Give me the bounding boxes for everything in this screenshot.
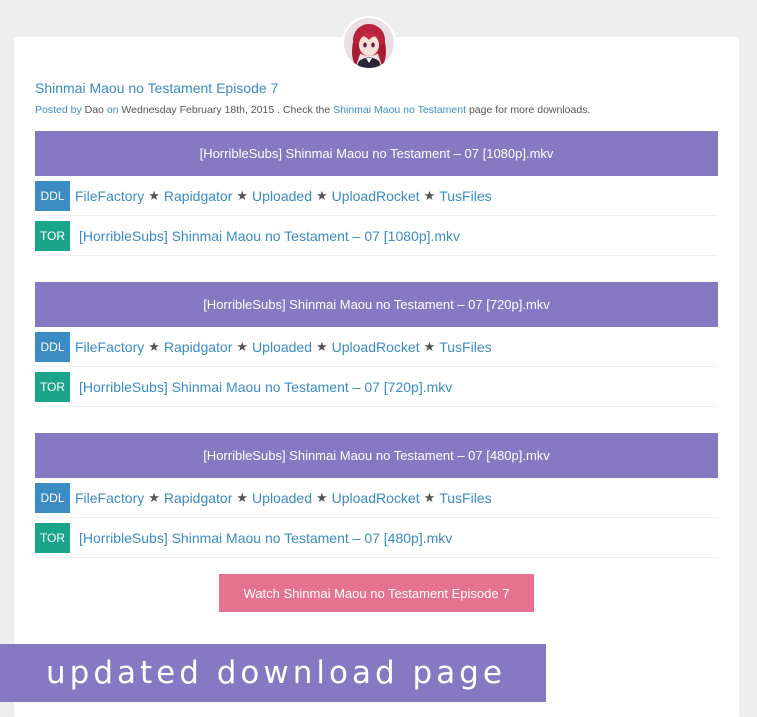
file-banner: [HorribleSubs] Shinmai Maou no Testament…: [35, 433, 718, 478]
series-page-link[interactable]: Shinmai Maou no Testament: [333, 104, 466, 116]
star-icon: ★: [236, 187, 249, 203]
download-section-480p: [HorribleSubs] Shinmai Maou no Testament…: [35, 433, 718, 558]
host-list: FileFactory ★ Rapidgator ★ Uploaded ★ Up…: [75, 339, 492, 355]
host-link-uploaded[interactable]: Uploaded: [252, 188, 312, 204]
host-link-uploadrocket[interactable]: UploadRocket: [332, 188, 420, 204]
star-icon: ★: [148, 187, 160, 203]
host-list: FileFactory ★ Rapidgator ★ Uploaded ★ Up…: [75, 188, 492, 204]
host-link-tusfiles[interactable]: TusFiles: [439, 339, 491, 355]
torrent-link[interactable]: [HorribleSubs] Shinmai Maou no Testament…: [79, 379, 452, 395]
host-link-uploadrocket[interactable]: UploadRocket: [332, 490, 420, 506]
host-link-tusfiles[interactable]: TusFiles: [439, 490, 491, 506]
torrent-row: TOR [HorribleSubs] Shinmai Maou no Testa…: [35, 216, 718, 256]
host-link-uploaded[interactable]: Uploaded: [252, 339, 312, 355]
star-icon: ★: [423, 489, 436, 505]
host-link-filefactory[interactable]: FileFactory: [75, 339, 144, 355]
host-link-uploadrocket[interactable]: UploadRocket: [332, 339, 420, 355]
tor-badge: TOR: [35, 220, 70, 251]
star-icon: ★: [423, 187, 436, 203]
post-title[interactable]: Shinmai Maou no Testament Episode 7: [35, 80, 278, 96]
host-link-tusfiles[interactable]: TusFiles: [439, 188, 491, 204]
star-icon: ★: [148, 489, 160, 505]
star-icon: ★: [236, 489, 249, 505]
torrent-row: TOR [HorribleSubs] Shinmai Maou no Testa…: [35, 367, 718, 407]
torrent-row: TOR [HorribleSubs] Shinmai Maou no Testa…: [35, 518, 718, 558]
host-link-filefactory[interactable]: FileFactory: [75, 490, 144, 506]
ddl-badge: DDL: [35, 180, 70, 211]
host-list: FileFactory ★ Rapidgator ★ Uploaded ★ Up…: [75, 490, 492, 506]
star-icon: ★: [148, 338, 160, 354]
post-meta: Posted by Dao on Wednesday February 18th…: [35, 104, 590, 116]
watch-episode-button[interactable]: Watch Shinmai Maou no Testament Episode …: [219, 574, 534, 612]
torrent-link[interactable]: [HorribleSubs] Shinmai Maou no Testament…: [79, 530, 452, 546]
host-link-rapidgator[interactable]: Rapidgator: [164, 188, 233, 204]
check-text: . Check the: [277, 104, 331, 116]
tor-badge: TOR: [35, 522, 70, 553]
torrent-link[interactable]: [HorribleSubs] Shinmai Maou no Testament…: [79, 228, 460, 244]
star-icon: ★: [315, 489, 328, 505]
file-banner: [HorribleSubs] Shinmai Maou no Testament…: [35, 131, 718, 176]
ddl-row: DDL FileFactory ★ Rapidgator ★ Uploaded …: [35, 478, 718, 518]
on-label: on: [106, 104, 119, 116]
file-banner: [HorribleSubs] Shinmai Maou no Testament…: [35, 282, 718, 327]
posted-by-label: Posted by: [35, 104, 82, 116]
ddl-row: DDL FileFactory ★ Rapidgator ★ Uploaded …: [35, 176, 718, 216]
host-link-filefactory[interactable]: FileFactory: [75, 188, 144, 204]
star-icon: ★: [423, 338, 436, 354]
avatar-image: [344, 18, 394, 68]
tor-badge: TOR: [35, 371, 70, 402]
ddl-row: DDL FileFactory ★ Rapidgator ★ Uploaded …: [35, 327, 718, 367]
host-link-rapidgator[interactable]: Rapidgator: [164, 490, 233, 506]
author-avatar[interactable]: [344, 18, 394, 68]
download-section-1080p: [HorribleSubs] Shinmai Maou no Testament…: [35, 131, 718, 256]
download-section-720p: [HorribleSubs] Shinmai Maou no Testament…: [35, 282, 718, 407]
star-icon: ★: [315, 187, 328, 203]
star-icon: ★: [315, 338, 328, 354]
overlay-caption: updated download page: [0, 644, 546, 702]
meta-suffix: page for more downloads.: [468, 104, 591, 116]
star-icon: ★: [236, 338, 249, 354]
author-name: Dao: [84, 104, 104, 116]
host-link-uploaded[interactable]: Uploaded: [252, 490, 312, 506]
ddl-badge: DDL: [35, 482, 70, 513]
post-date: Wednesday February 18th, 2015: [121, 104, 275, 116]
ddl-badge: DDL: [35, 331, 70, 362]
host-link-rapidgator[interactable]: Rapidgator: [164, 339, 233, 355]
